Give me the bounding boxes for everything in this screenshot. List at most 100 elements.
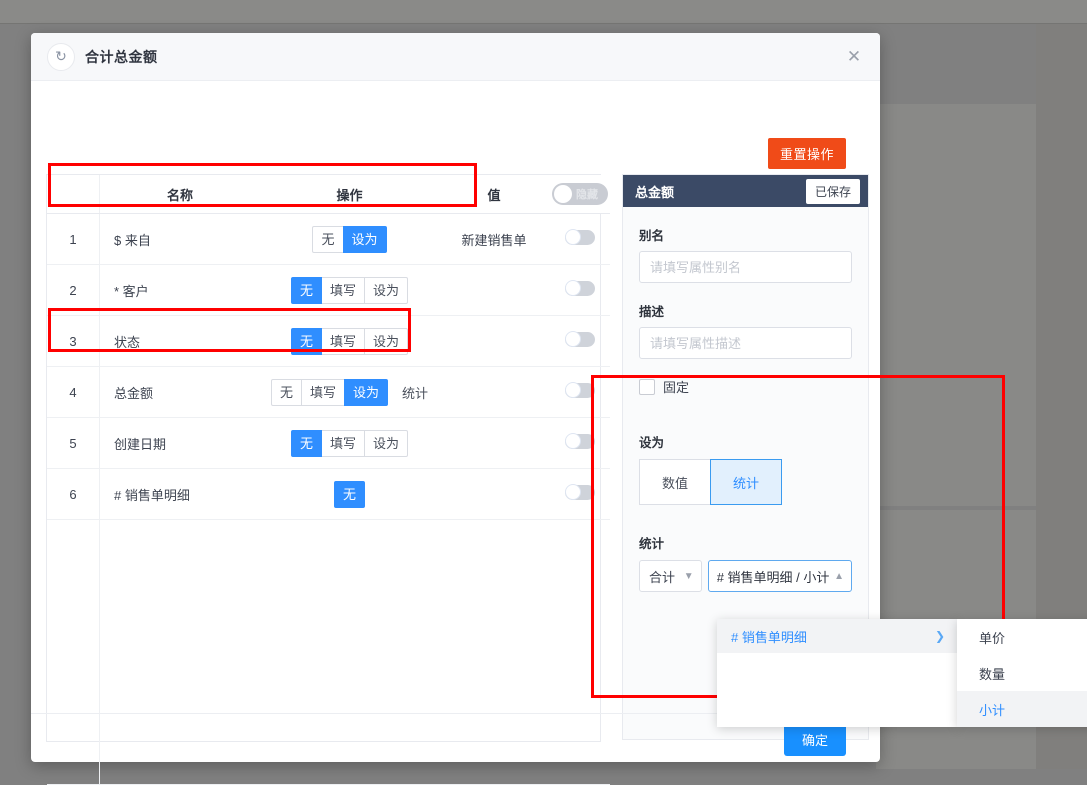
row-index: 3 <box>47 315 100 367</box>
row-hide-toggle[interactable] <box>565 382 595 398</box>
table-row[interactable]: 2 * 客户 无填写 设为 <box>47 264 610 316</box>
column-header-operation: 操作 <box>261 175 438 214</box>
hide-all-toggle[interactable]: 隐藏 <box>552 182 608 205</box>
row-attribute-name: 创建日期 <box>99 417 261 469</box>
row-hide-toggle[interactable] <box>565 433 595 449</box>
submenu-item-subtotal[interactable]: 小计 <box>957 691 1087 727</box>
operation-button[interactable]: 设为 <box>364 429 409 457</box>
alias-input[interactable] <box>639 251 852 283</box>
table-row[interactable]: 1 $ 来自 无设为 新建销售单 <box>47 213 610 265</box>
dropdown-item-label: # 销售单明细 <box>731 629 807 645</box>
operation-button[interactable]: 填写 <box>320 276 365 304</box>
operation-button[interactable]: 无 <box>270 378 302 406</box>
close-icon[interactable]: ✕ <box>842 45 866 69</box>
page-title: 合计总金额 <box>85 48 158 65</box>
fixed-checkbox-row[interactable]: 固定 <box>639 377 852 396</box>
fixed-checkbox[interactable] <box>639 378 655 395</box>
operation-segmented: 无 <box>333 480 365 508</box>
set-as-option-statistic[interactable]: 统计 <box>710 459 782 505</box>
row-operation-cell: 无填写 设为 统计 <box>261 366 438 418</box>
operation-button[interactable]: 无 <box>290 429 322 457</box>
set-as-label: 设为 <box>639 436 665 450</box>
alias-label: 别名 <box>639 229 665 243</box>
row-operation-cell: 无 <box>261 468 438 520</box>
submenu-item-unit-price[interactable]: 单价 <box>957 619 1087 655</box>
table-row[interactable]: 6 # 销售单明细 无 <box>47 468 610 520</box>
operation-button[interactable]: 填写 <box>320 429 365 457</box>
field-select[interactable]: # 销售单明细 / 小计 ▲ <box>707 560 852 592</box>
operation-button[interactable]: 设为 <box>364 327 409 355</box>
row-attribute-name: 总金额 <box>99 366 261 418</box>
operation-button-group: 无填写 设为 <box>262 327 437 355</box>
column-header-index <box>47 175 100 214</box>
statistic-row: 合计 ▼ # 销售单明细 / 小计 ▲ <box>639 560 852 592</box>
chevron-down-icon: ▼ <box>683 570 694 582</box>
operation-button-group: 无填写 设为 统计 <box>262 378 437 406</box>
row-index: 6 <box>47 468 100 520</box>
row-hide-toggle[interactable] <box>565 229 595 245</box>
submenu-item-quantity[interactable]: 数量 <box>957 655 1087 691</box>
table-row[interactable]: 4 总金额无填写 设为 统计 <box>47 366 610 418</box>
row-hide-toggle[interactable] <box>565 280 595 296</box>
row-operation-cell: 无设为 <box>261 213 438 265</box>
table-row[interactable]: 5 创建日期 无填写 设为 <box>47 417 610 469</box>
operation-button[interactable]: 无 <box>290 327 322 355</box>
row-operation-cell: 无填写 设为 <box>261 315 438 367</box>
row-operation-cell: 无填写 设为 <box>261 264 438 316</box>
operation-segmented: 无填写 设为 <box>290 429 409 457</box>
toggle-knob <box>554 184 572 203</box>
hide-all-toggle-label: 隐藏 <box>576 188 598 201</box>
operation-button[interactable]: 无 <box>290 276 322 304</box>
operation-button-group: 无 <box>262 480 437 508</box>
row-hide-toggle[interactable] <box>565 484 595 500</box>
row-value <box>438 417 550 469</box>
operation-tail-label[interactable]: 统计 <box>402 383 428 402</box>
background-top-rule <box>0 23 1087 24</box>
description-input[interactable] <box>639 327 852 359</box>
operation-segmented: 无填写 设为 <box>290 276 409 304</box>
row-value <box>438 468 550 520</box>
detail-panel-header: 总金额 已保存 <box>623 175 868 207</box>
set-as-segmented-control: 数值 统计 <box>639 459 852 505</box>
saved-status-badge[interactable]: 已保存 <box>805 178 860 204</box>
detail-panel-body: 别名 描述 固定 设为 数值 统计 统计 合计 <box>623 207 868 592</box>
row-hide-toggle[interactable] <box>565 331 595 347</box>
table-row[interactable]: 3 状态 无填写 设为 <box>47 315 610 367</box>
aggregate-select[interactable]: 合计 ▼ <box>639 560 702 592</box>
reset-operations-button[interactable]: 重置操作 <box>767 138 846 169</box>
row-toggle-cell <box>550 264 610 316</box>
row-toggle-cell <box>550 366 610 418</box>
table-header-row: 名称 操作 值 隐藏 <box>47 175 610 214</box>
row-value <box>438 264 550 316</box>
row-value <box>438 366 550 418</box>
attribute-settings-modal: ↻ 合计总金额 ✕ 重置操作 名称 操作 值 隐藏 1 $ 来自 无 设为 新建… <box>31 33 1087 785</box>
row-attribute-name: $ 来自 <box>99 213 261 265</box>
background-top-strip <box>0 0 1087 24</box>
confirm-button[interactable]: 确定 <box>783 723 846 756</box>
operation-segmented: 无填写 设为 <box>270 378 389 406</box>
row-toggle-cell <box>550 213 610 265</box>
fixed-checkbox-label: 固定 <box>663 380 690 395</box>
refresh-icon[interactable]: ↻ <box>47 42 75 71</box>
operation-button[interactable]: 设为 <box>364 276 409 304</box>
row-operation-cell: 无填写 设为 <box>261 417 438 469</box>
operation-button[interactable]: 无 <box>312 225 344 253</box>
operation-button-group: 无填写 设为 <box>262 276 437 304</box>
column-header-hide-toggle: 隐藏 <box>550 175 610 214</box>
row-index: 2 <box>47 264 100 316</box>
detail-panel-title: 总金额 <box>635 184 675 200</box>
operation-button[interactable]: 填写 <box>300 378 345 406</box>
column-header-value: 值 <box>438 175 550 214</box>
dropdown-item-sales-detail[interactable]: # 销售单明细 ❯ <box>717 619 957 653</box>
operation-button-group: 无填写 设为 <box>262 429 437 457</box>
operation-button[interactable]: 无 <box>333 480 365 508</box>
row-attribute-name: * 客户 <box>99 264 261 316</box>
row-value: 新建销售单 <box>438 213 550 265</box>
operation-button[interactable]: 设为 <box>342 225 387 253</box>
table-body: 1 $ 来自无设为 新建销售单 2 * 客户无填写 设为 3 状态无填写 设为 4 总金额无填写 设为… <box>47 213 610 785</box>
operation-button[interactable]: 设为 <box>344 378 389 406</box>
set-as-option-numeric[interactable]: 数值 <box>639 459 711 505</box>
column-header-name: 名称 <box>99 175 261 214</box>
operation-button[interactable]: 填写 <box>320 327 365 355</box>
modal-body: 重置操作 名称 操作 值 隐藏 1 $ 来自 无 设为 新建销售单 2 * 客户… <box>31 81 1087 785</box>
